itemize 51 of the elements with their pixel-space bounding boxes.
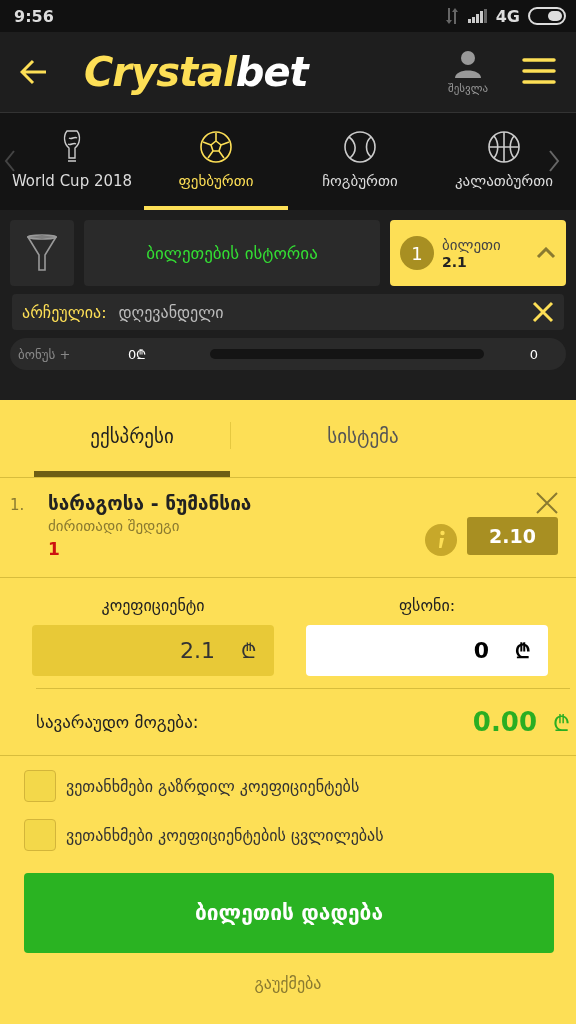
ticket-button[interactable]: 1 ბილეთი 2.1	[390, 220, 566, 286]
ticket-odds: 2.1	[442, 254, 467, 270]
trophy-icon	[61, 128, 83, 164]
data-arrows-icon	[445, 8, 460, 24]
filter-button[interactable]	[10, 220, 74, 286]
bonus-label: ბონუს +	[18, 346, 72, 362]
login-button[interactable]: შესვლა	[448, 49, 488, 95]
stake-label: ფსონი:	[397, 596, 457, 615]
bet-type-tab[interactable]: ექსპრესი	[34, 400, 230, 477]
sport-tab[interactable]: კალათბურთი	[432, 113, 576, 210]
battery-icon	[528, 7, 566, 25]
coefficient-label: კოეფიციენტი	[100, 596, 206, 615]
odds-value: 2.10	[467, 517, 558, 555]
basketball-icon	[487, 130, 521, 164]
bonus-amount: 0₾	[128, 346, 148, 363]
tennis-ball-icon	[343, 130, 377, 164]
back-arrow-icon[interactable]	[20, 59, 48, 85]
logo: Crystalbet	[84, 49, 308, 95]
scroll-right-icon[interactable]	[548, 149, 560, 173]
status-time: 9:56	[14, 6, 54, 26]
coefficient-field: 2.1 ₾	[32, 625, 274, 676]
stake-input[interactable]: 0 ₾	[306, 625, 548, 676]
checkbox[interactable]	[24, 770, 56, 802]
scroll-left-icon[interactable]	[4, 149, 16, 173]
checkbox-label: ვეთანხმები გაზრდილ კოეფიციენტებს	[66, 776, 360, 796]
funnel-icon	[27, 234, 57, 272]
close-icon[interactable]	[532, 301, 554, 323]
chevron-up-icon	[536, 247, 556, 259]
ticket-count: 1	[400, 236, 434, 270]
sport-tab[interactable]: ჩოგბურთი	[288, 113, 432, 210]
currency-sign: ₾	[553, 710, 570, 737]
ticket-label: ბილეთი	[442, 236, 501, 254]
pick-value: 1	[48, 539, 61, 561]
ticket-history-button[interactable]: ბილეთების ისტორია	[84, 220, 380, 286]
network-label: 4G	[495, 6, 520, 26]
market-name: ძირითადი შედეგი	[48, 517, 181, 537]
checkbox-label: ვეთანხმები კოეფიციენტების ცვლილებას	[66, 825, 384, 845]
filter-value: დღევანდელი	[118, 302, 225, 322]
filter-label: არჩეულია:	[22, 302, 107, 322]
match-name: სარაგოსა - ნუმანსია	[48, 492, 253, 517]
soccer-ball-icon	[199, 130, 233, 164]
signal-icon	[467, 9, 488, 23]
bonus-count: 0	[529, 346, 538, 362]
bet-type-tab[interactable]: სისტემა	[265, 400, 461, 477]
bet-number: 1.	[10, 495, 26, 514]
person-icon	[454, 49, 482, 78]
winnings-label: სავარაუდო მოგება:	[36, 712, 200, 732]
checkbox[interactable]	[24, 819, 56, 851]
winnings-value: 0.00	[472, 707, 537, 737]
sport-tab[interactable]: World Cup 2018	[0, 113, 144, 210]
info-icon[interactable]	[425, 524, 458, 556]
